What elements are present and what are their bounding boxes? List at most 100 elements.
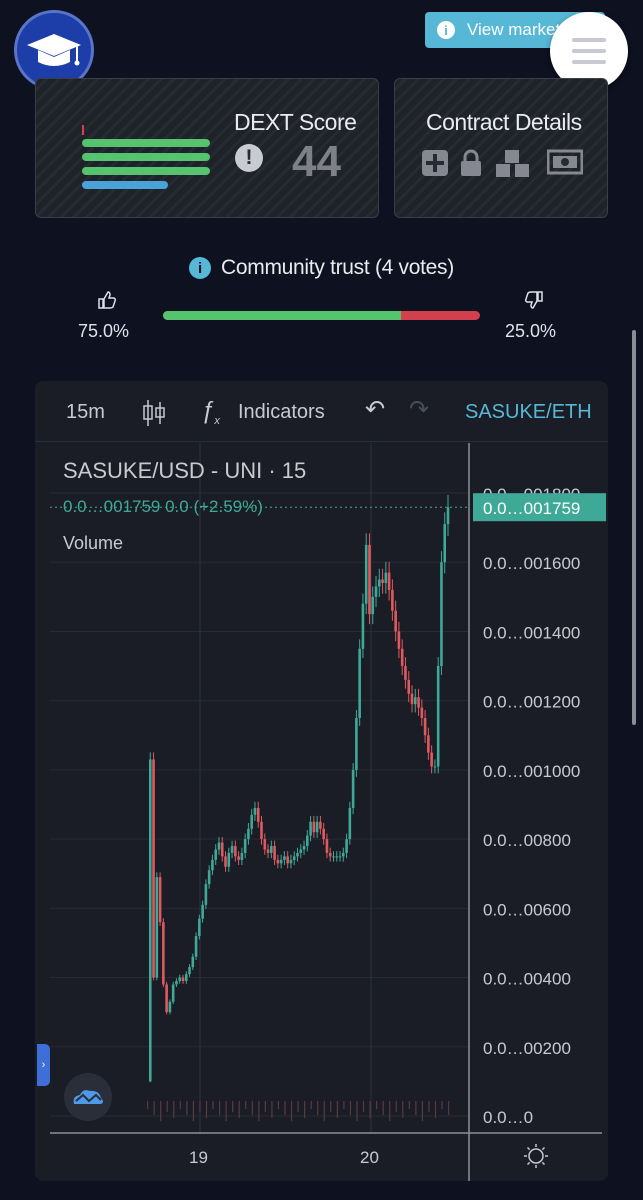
menu-icon-line — [572, 38, 606, 42]
candle-body — [217, 842, 221, 850]
candle-body — [266, 849, 270, 853]
volume-bar — [421, 1101, 424, 1121]
candle-body — [296, 852, 299, 857]
dext-score-bars — [82, 123, 212, 193]
y-tick-label: 0.0…00800 — [483, 831, 571, 850]
candle-body — [384, 572, 388, 583]
tradingview-logo[interactable] — [64, 1073, 112, 1121]
volume-bar — [251, 1101, 253, 1115]
candle-body — [358, 648, 361, 718]
candle-body — [351, 769, 355, 808]
candle-body — [178, 977, 182, 982]
graduation-cap-icon — [27, 34, 81, 66]
candle-body — [394, 610, 397, 632]
page-scrollbar[interactable] — [632, 330, 636, 725]
lock-icon — [461, 149, 481, 176]
x-tick-label: 19 — [189, 1148, 208, 1167]
candle-body — [253, 807, 257, 815]
candle-body — [400, 648, 404, 667]
candle-body — [276, 859, 280, 864]
candle-body — [204, 884, 208, 905]
dext-score-card[interactable]: DEXT Score ! 44 — [35, 78, 379, 218]
contract-details-title: Contract Details — [426, 109, 582, 135]
candle-body — [194, 936, 198, 957]
price-chart[interactable]: 0.0…0018000.0…0016000.0…0014000.0…001200… — [35, 381, 608, 1181]
warning-icon: ! — [235, 144, 263, 172]
candle-body — [371, 596, 375, 615]
candle-body — [279, 859, 283, 864]
trust-up-percent: 75.0% — [78, 321, 130, 341]
last-price-label: 0.0…001759 — [483, 499, 580, 518]
money-icon — [547, 149, 583, 175]
dext-score-bar — [82, 181, 169, 189]
candle-body — [220, 842, 224, 857]
x-tick-label: 20 — [360, 1148, 379, 1167]
candle-body — [364, 544, 368, 604]
candle-body — [348, 807, 352, 840]
candle-body — [374, 586, 378, 597]
thumbs-down-icon[interactable] — [524, 290, 544, 310]
side-panel-toggle[interactable]: › — [37, 1044, 50, 1086]
candle-body — [184, 974, 188, 982]
dext-score-bar — [82, 167, 210, 175]
info-icon: i — [437, 21, 455, 39]
candle-body — [162, 922, 165, 985]
candle-body — [230, 846, 234, 853]
candle-body — [417, 697, 420, 708]
community-trust-header: i Community trust (4 votes) — [0, 256, 643, 280]
candle-body — [256, 807, 260, 822]
volume-bar — [258, 1101, 260, 1121]
candle-body — [171, 984, 175, 1002]
candle-body — [407, 679, 411, 694]
candle-body — [381, 579, 384, 583]
candle-body — [207, 870, 211, 885]
volume-bar — [232, 1101, 234, 1112]
candle-body — [152, 759, 155, 978]
volume-bar — [323, 1101, 325, 1121]
candle-body — [322, 828, 325, 840]
settings-icon[interactable] — [524, 1144, 548, 1168]
volume-bar — [356, 1101, 358, 1121]
volume-bar — [428, 1101, 430, 1112]
volume-bar — [192, 1101, 195, 1121]
candle-body — [270, 846, 273, 853]
candle-body — [237, 856, 240, 860]
contract-details-card[interactable]: Contract Details — [394, 78, 608, 218]
candle-body — [430, 752, 433, 767]
volume-bar — [166, 1101, 168, 1112]
volume-bar — [160, 1101, 162, 1121]
candle-body — [433, 766, 437, 768]
candle-body — [342, 852, 345, 857]
y-tick-label: 0.0…00200 — [483, 1039, 571, 1058]
candle-body — [175, 981, 178, 985]
thumbs-up-icon[interactable] — [97, 290, 117, 310]
candle-body — [325, 839, 329, 853]
volume-bar — [218, 1101, 221, 1115]
candle-body — [214, 849, 218, 860]
candle-body — [234, 846, 237, 857]
volume-bar — [290, 1101, 293, 1121]
candle-body — [299, 849, 303, 853]
volume-bar — [376, 1101, 378, 1109]
volume-bar — [173, 1101, 175, 1118]
volume-bar — [349, 1101, 352, 1115]
community-trust-label: Community trust (4 votes) — [221, 256, 454, 279]
menu-icon-line — [572, 49, 606, 53]
info-icon[interactable]: i — [189, 257, 212, 279]
cloud-icon — [73, 1090, 103, 1104]
candle-body — [436, 666, 440, 767]
volume-bar — [147, 1101, 149, 1109]
volume-bar — [225, 1101, 227, 1121]
candle-body — [427, 735, 430, 753]
candle-body — [420, 707, 424, 718]
volume-bar — [343, 1101, 345, 1109]
y-tick-label: 0.0…001200 — [483, 693, 580, 712]
volume-bar — [330, 1101, 332, 1112]
y-tick-label: 0.0…001000 — [483, 762, 580, 781]
dext-score-bar — [82, 153, 210, 161]
candle-body — [413, 697, 417, 705]
price-chart-panel[interactable]: 15m ƒx Indicators ↶ ↷ SASUKE/ETH 0.0…001… — [35, 381, 608, 1181]
candle-body — [289, 859, 293, 864]
plus-box-icon — [422, 150, 448, 176]
candle-body — [335, 856, 339, 858]
